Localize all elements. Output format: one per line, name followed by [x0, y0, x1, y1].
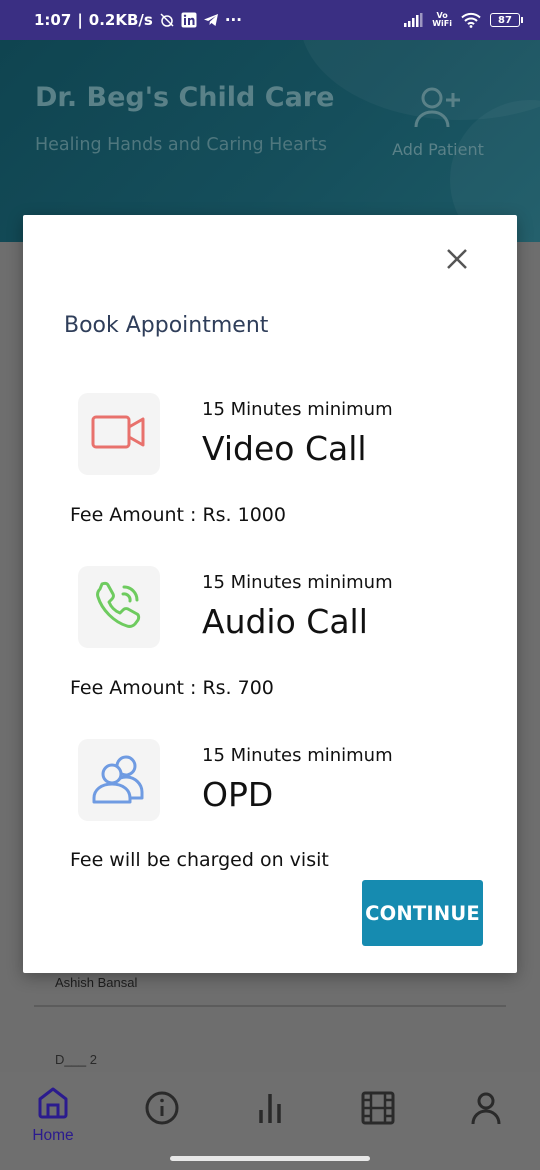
- telegram-icon: [203, 12, 219, 28]
- nav-home-label: Home: [32, 1127, 74, 1144]
- app-header: Dr. Beg's Child Care Healing Hands and C…: [0, 40, 540, 242]
- info-icon: [144, 1091, 180, 1130]
- home-icon: [35, 1087, 71, 1124]
- dialog-title: Book Appointment: [64, 313, 269, 338]
- alarm-off-icon: [159, 12, 175, 28]
- profile-icon: [468, 1092, 504, 1130]
- option-duration: 15 Minutes minimum: [202, 745, 393, 766]
- option-name: OPD: [202, 775, 274, 814]
- option-duration: 15 Minutes minimum: [202, 399, 393, 420]
- status-left: 1:07 | 0.2KB/s ···: [34, 11, 242, 29]
- wifi-icon: [461, 12, 481, 28]
- vowifi-bottom: WiFi: [432, 19, 452, 28]
- network-speed: 0.2KB/s: [88, 11, 153, 29]
- status-right: Vo WiFi 87: [403, 12, 523, 28]
- clinic-title: Dr. Beg's Child Care: [35, 82, 335, 113]
- add-patient-button[interactable]: Add Patient: [392, 85, 484, 159]
- nav-media[interactable]: [343, 1090, 413, 1131]
- film-icon: [360, 1091, 396, 1130]
- nav-profile[interactable]: [451, 1090, 521, 1131]
- video-camera-icon: [91, 412, 147, 457]
- patient-card[interactable]: Ashish Bansal: [34, 967, 506, 1007]
- partial-list-item: D___ 2: [55, 1052, 97, 1067]
- add-user-icon: [413, 87, 463, 135]
- option-icon-box: [78, 566, 160, 648]
- vowifi-indicator: Vo WiFi: [432, 12, 452, 28]
- home-indicator[interactable]: [170, 1156, 370, 1161]
- book-appointment-dialog: Book Appointment 15 Minutes minimum Vide…: [23, 215, 517, 973]
- option-audio-call[interactable]: 15 Minutes minimum Audio Call: [78, 566, 498, 648]
- battery-icon: 87: [490, 13, 523, 27]
- status-separator: |: [77, 11, 83, 29]
- signal-icon: [403, 13, 423, 27]
- status-time: 1:07: [34, 11, 72, 29]
- users-icon: [90, 752, 148, 809]
- option-video-call[interactable]: 15 Minutes minimum Video Call: [78, 393, 498, 475]
- close-button[interactable]: [441, 245, 473, 277]
- clinic-tagline: Healing Hands and Caring Hearts: [35, 135, 327, 155]
- option-duration: 15 Minutes minimum: [202, 572, 393, 593]
- bar-chart-icon: [252, 1094, 288, 1130]
- option-icon-box: [78, 393, 160, 475]
- nav-stats[interactable]: [235, 1090, 305, 1131]
- add-patient-label: Add Patient: [392, 140, 484, 159]
- nav-home[interactable]: Home: [18, 1084, 88, 1145]
- phone-call-icon: [93, 579, 145, 636]
- close-icon: [446, 248, 468, 275]
- continue-button[interactable]: CONTINUE: [362, 880, 483, 946]
- option-name: Audio Call: [202, 602, 368, 641]
- nav-info[interactable]: [127, 1090, 197, 1131]
- more-notifications-icon: ···: [224, 11, 242, 29]
- option-name: Video Call: [202, 429, 367, 468]
- option-fee-note: Fee will be charged on visit: [70, 849, 329, 871]
- option-fee: Fee Amount : Rs. 1000: [70, 504, 286, 526]
- option-icon-box: [78, 739, 160, 821]
- option-opd[interactable]: 15 Minutes minimum OPD: [78, 739, 498, 821]
- option-fee: Fee Amount : Rs. 700: [70, 677, 274, 699]
- linkedin-icon: [181, 12, 197, 28]
- status-bar: 1:07 | 0.2KB/s ··· Vo WiFi 87: [0, 0, 540, 40]
- patient-name: Ashish Bansal: [55, 975, 138, 990]
